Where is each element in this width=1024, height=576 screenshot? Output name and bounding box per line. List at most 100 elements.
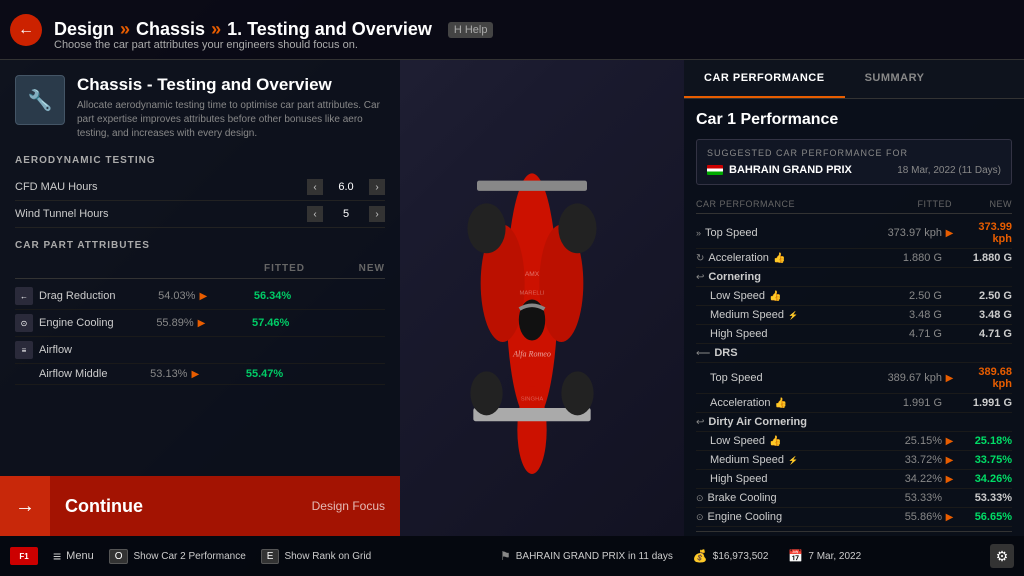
tab-car-performance[interactable]: CAR PERFORMANCE bbox=[684, 60, 845, 98]
cornering-group: ↩ Cornering bbox=[696, 268, 1012, 287]
back-button[interactable]: ← bbox=[10, 14, 42, 46]
wind-tunnel-row: Wind Tunnel Hours ‹ 5 › bbox=[15, 201, 385, 228]
money-icon: 💰 bbox=[693, 549, 708, 563]
car-svg: Alfa Romeo AMX MARELLI SINGHA bbox=[422, 78, 642, 518]
gp-row: BAHRAIN GRAND PRIX 18 Mar, 2022 (11 Days… bbox=[707, 164, 1001, 176]
right-panel: CAR PERFORMANCE SUMMARY Car 1 Performanc… bbox=[684, 60, 1024, 536]
wind-tunnel-label: Wind Tunnel Hours bbox=[15, 208, 109, 220]
date-status: 📅 7 Mar, 2022 bbox=[788, 549, 861, 563]
engine-arrow: ▶ bbox=[194, 318, 210, 329]
money-status: 💰 $16,973,502 bbox=[693, 549, 769, 563]
airflow-middle-name: Airflow Middle bbox=[39, 368, 107, 380]
bottom-left: F1 ≡ Menu O Show Car 2 Performance E Sho… bbox=[10, 547, 371, 565]
help-badge[interactable]: H Help bbox=[448, 22, 494, 38]
f1-logo: F1 bbox=[10, 547, 38, 565]
car-part-table: FITTED NEW ← Drag Reduction 54.03% ▶ 56.… bbox=[15, 259, 385, 385]
top-speed-row: » Top Speed 373.97 kph ▶ 373.99 kph bbox=[696, 218, 1012, 249]
car-parts-label: CAR PART ATTRIBUTES bbox=[15, 240, 385, 251]
cfd-controls: ‹ 6.0 › bbox=[307, 179, 385, 195]
cfd-decrease[interactable]: ‹ bbox=[307, 179, 323, 195]
svg-text:Alfa Romeo: Alfa Romeo bbox=[512, 350, 551, 359]
gp-date: 18 Mar, 2022 (11 Days) bbox=[897, 165, 1001, 176]
wind-increase[interactable]: › bbox=[369, 206, 385, 222]
dirty-air-group: ↩ Dirty Air Cornering bbox=[696, 413, 1012, 432]
section-header: 🔧 Chassis - Testing and Overview Allocat… bbox=[15, 75, 385, 141]
continue-arrow-icon: → bbox=[0, 476, 50, 536]
drag-arrow: ▶ bbox=[195, 291, 211, 302]
airflow-middle-arrow: ▶ bbox=[187, 369, 203, 380]
settings-button[interactable]: ⚙ bbox=[990, 544, 1014, 568]
drag-icon: ← bbox=[15, 287, 33, 305]
wind-tunnel-controls: ‹ 5 › bbox=[307, 206, 385, 222]
continue-button[interactable]: Continue bbox=[50, 496, 312, 517]
wind-value: 5 bbox=[331, 208, 361, 220]
bahrain-flag bbox=[707, 165, 723, 175]
airflow-middle-row: Airflow Middle 53.13% ▶ 55.47% bbox=[15, 364, 385, 385]
cfd-increase[interactable]: › bbox=[369, 179, 385, 195]
show-car2-button[interactable]: O Show Car 2 Performance bbox=[109, 549, 246, 564]
tab-summary[interactable]: SUMMARY bbox=[845, 60, 945, 98]
perf-table-header: CAR PERFORMANCE FITTED NEW bbox=[696, 195, 1012, 214]
car-visual: Alfa Romeo AMX MARELLI SINGHA bbox=[380, 60, 684, 536]
breadcrumb-testing: 1. Testing and Overview bbox=[227, 19, 432, 40]
section-desc: Allocate aerodynamic testing time to opt… bbox=[77, 99, 385, 141]
show-rank-button[interactable]: E Show Rank on Grid bbox=[261, 549, 371, 564]
engine-cooling-perf-row: ⊙ Engine Cooling 55.86% ▶ 56.65% bbox=[696, 508, 1012, 527]
menu-icon: ≡ bbox=[53, 548, 61, 564]
dirty-medium-speed: Medium Speed ⚡ 33.72% ▶ 33.75% bbox=[696, 451, 1012, 470]
acceleration-row: ↻ Acceleration 👍 1.880 G 1.880 G bbox=[696, 249, 1012, 268]
aero-label: AERODYNAMIC TESTING bbox=[15, 155, 385, 166]
car2-label: Show Car 2 Performance bbox=[133, 551, 245, 562]
high-speed-cornering: High Speed 4.71 G 4.71 G bbox=[696, 325, 1012, 344]
svg-text:MARELLI: MARELLI bbox=[519, 290, 544, 296]
table-header: FITTED NEW bbox=[15, 259, 385, 279]
left-panel: 🔧 Chassis - Testing and Overview Allocat… bbox=[0, 60, 400, 536]
bottom-center: ⚑ BAHRAIN GRAND PRIX in 11 days 💰 $16,97… bbox=[500, 549, 861, 563]
settings-icon: ⚙ bbox=[996, 548, 1009, 565]
cfd-value: 6.0 bbox=[331, 181, 361, 193]
date-value: 7 Mar, 2022 bbox=[808, 551, 861, 562]
engine-name: Engine Cooling bbox=[39, 317, 114, 329]
perf-col-header: CAR PERFORMANCE bbox=[696, 199, 872, 209]
suggested-box: SUGGESTED CAR PERFORMANCE FOR BAHRAIN GR… bbox=[696, 139, 1012, 185]
engine-new: 57.46% bbox=[209, 317, 289, 329]
new-col-header: NEW bbox=[305, 263, 385, 274]
breadcrumb: Design » Chassis » 1. Testing and Overvi… bbox=[54, 19, 493, 40]
engine-cooling-row: ⊙ Engine Cooling 55.89% ▶ 57.46% bbox=[15, 310, 385, 337]
rank-label: Show Rank on Grid bbox=[284, 551, 371, 562]
medium-speed-cornering: Medium Speed ⚡ 3.48 G 3.48 G bbox=[696, 306, 1012, 325]
airflow-group: ≡ Airflow bbox=[15, 337, 385, 364]
continue-section[interactable]: → Continue Design Focus bbox=[0, 476, 400, 536]
tab-bar: CAR PERFORMANCE SUMMARY bbox=[684, 60, 1024, 99]
rank-key: E bbox=[261, 549, 280, 564]
engine-icon: ⊙ bbox=[15, 314, 33, 332]
drs-group: ⟵ DRS bbox=[696, 344, 1012, 363]
header-subtitle: Choose the car part attributes your engi… bbox=[54, 39, 358, 51]
perf-title: Car 1 Performance bbox=[696, 111, 1012, 129]
suggested-label: SUGGESTED CAR PERFORMANCE FOR bbox=[707, 148, 1001, 158]
cfd-label: CFD MAU Hours bbox=[15, 181, 98, 193]
design-focus-label: Design Focus bbox=[312, 499, 400, 513]
fitted-col-perf-header: FITTED bbox=[872, 199, 952, 209]
drag-fitted: 54.03% bbox=[115, 290, 195, 302]
dirty-low-speed: Low Speed 👍 25.15% ▶ 25.18% bbox=[696, 432, 1012, 451]
menu-button[interactable]: ≡ Menu bbox=[53, 548, 94, 564]
money-value: $16,973,502 bbox=[713, 551, 769, 562]
car2-key: O bbox=[109, 549, 129, 564]
gp-status-text: BAHRAIN GRAND PRIX in 11 days bbox=[516, 551, 673, 562]
section-info: Chassis - Testing and Overview Allocate … bbox=[77, 75, 385, 141]
bottom-bar: F1 ≡ Menu O Show Car 2 Performance E Sho… bbox=[0, 536, 1024, 576]
dirty-high-speed: High Speed 34.22% ▶ 34.26% bbox=[696, 470, 1012, 489]
low-speed-cornering: Low Speed 👍 2.50 G 2.50 G bbox=[696, 287, 1012, 306]
gp-status: ⚑ BAHRAIN GRAND PRIX in 11 days bbox=[500, 549, 673, 563]
fitted-col-header: FITTED bbox=[225, 263, 305, 274]
airflow-middle-fitted: 53.13% bbox=[107, 368, 187, 380]
bottom-right: ⚙ bbox=[990, 544, 1014, 568]
drag-name: Drag Reduction bbox=[39, 290, 115, 302]
chassis-icon: 🔧 bbox=[15, 75, 65, 125]
right-content: Car 1 Performance SUGGESTED CAR PERFORMA… bbox=[684, 99, 1024, 536]
svg-text:SINGHA: SINGHA bbox=[521, 397, 544, 403]
brake-cooling-row: ⊙ Brake Cooling 53.33% 53.33% bbox=[696, 489, 1012, 508]
wind-decrease[interactable]: ‹ bbox=[307, 206, 323, 222]
perf-table: CAR PERFORMANCE FITTED NEW » Top Speed 3… bbox=[696, 195, 1012, 527]
